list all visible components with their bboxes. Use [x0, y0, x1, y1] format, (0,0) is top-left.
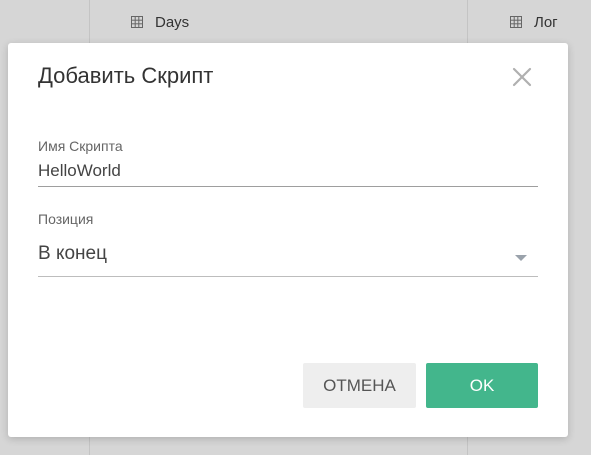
position-select[interactable]: В конец — [38, 237, 538, 277]
close-icon — [512, 67, 532, 87]
close-button[interactable] — [511, 66, 533, 88]
dialog-title: Добавить Скрипт — [38, 63, 214, 88]
add-script-dialog: Добавить Скрипт Имя Скрипта Позиция В ко… — [8, 43, 568, 437]
column-header-days[interactable]: Days — [131, 12, 189, 32]
grid-icon — [131, 16, 143, 28]
column-header-label: Days — [155, 13, 190, 31]
ok-button[interactable]: OK — [426, 363, 538, 408]
dropdown-arrow-icon — [515, 255, 527, 261]
column-header-label: Лог — [534, 13, 558, 31]
cancel-button[interactable]: ОТМЕНА — [303, 363, 416, 408]
script-name-input[interactable] — [38, 155, 538, 187]
position-label: Позиция — [38, 211, 94, 227]
position-select-value: В конец — [38, 243, 107, 264]
column-header-log[interactable]: Лог — [510, 12, 558, 32]
grid-icon — [510, 16, 522, 28]
script-name-label: Имя Скрипта — [38, 138, 123, 154]
